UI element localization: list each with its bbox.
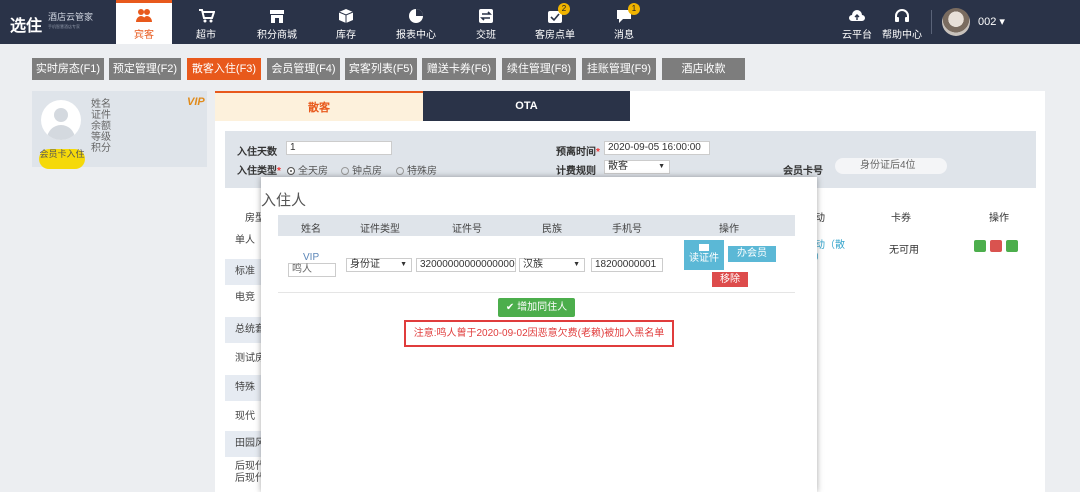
nav-points-mall[interactable]: 积分商城 (248, 0, 306, 44)
nav-market[interactable]: 超市 (178, 0, 234, 44)
id-number-input[interactable]: 320000000000000000 (416, 258, 516, 272)
nav-label: 报表中心 (396, 30, 436, 41)
brand-logo: 选住 (10, 18, 43, 35)
guest-avatar (41, 100, 81, 140)
member-card-checkin-button[interactable]: 会员卡入住 (39, 149, 85, 169)
nav-label: 交班 (476, 30, 496, 41)
label-level: 等级 (91, 132, 111, 143)
days-label: 入住天数 (237, 147, 277, 158)
tab-hotel-payments[interactable]: 酒店收款 (662, 58, 745, 80)
tab-walkin-checkin[interactable]: 散客入住(F3) (187, 58, 261, 80)
nav-label: 云平台 (842, 30, 872, 41)
blacklist-warning: 注意:鸣人曾于2020-09-02因恶意欠费(老赖)被加入黑名单 (404, 320, 674, 347)
pie-chart-icon (409, 9, 423, 23)
header-id-type: 证件类型 (360, 224, 400, 235)
tab-realtime-status[interactable]: 实时房态(F1) (32, 58, 104, 80)
dialog-title: 入住人 (261, 192, 307, 209)
type-label: 入住类型* (237, 166, 281, 177)
occupant-table-header: 姓名 证件类型 证件号 民族 手机号 操作 (278, 215, 795, 236)
leave-label: 预离时间* (556, 147, 600, 158)
billing-label: 计费规则 (556, 166, 596, 177)
nav-label: 宾客 (134, 30, 154, 41)
nav-label: 积分商城 (257, 30, 297, 41)
remove-occupant-button[interactable]: 移除 (712, 272, 748, 287)
tab-extend-stay[interactable]: 续住管理(F8) (502, 58, 576, 80)
vip-badge: VIP (187, 96, 205, 108)
delete-icon[interactable] (990, 240, 1002, 252)
cart-icon (199, 9, 215, 23)
tab-credit-management[interactable]: 挂账管理(F9) (582, 58, 656, 80)
tab-member-management[interactable]: 会员管理(F4) (267, 58, 340, 80)
nav-label: 客房点单 (535, 30, 575, 41)
id-type-select[interactable]: 身份证 ▼ (346, 258, 412, 272)
id-card-icon (699, 244, 709, 251)
guests-icon (136, 9, 152, 22)
leave-time-input[interactable]: 2020-09-05 16:00:00 (604, 141, 710, 155)
shift-icon (479, 9, 493, 23)
nav-inventory[interactable]: 库存 (318, 0, 374, 44)
nav-label: 超市 (196, 30, 216, 41)
coupon-status: 无可用 (889, 245, 919, 256)
nav-label: 消息 (614, 30, 634, 41)
subtab-ota[interactable]: OTA (423, 91, 630, 121)
phone-input[interactable]: 18200000001 (591, 258, 663, 272)
header-operations: 操作 (719, 224, 739, 235)
brand-tagline: 手机智慧酒店专家 (48, 24, 81, 30)
type-radio-special[interactable]: 特殊房 (396, 162, 437, 177)
member-card-input[interactable]: 身份证后4位 (835, 158, 947, 174)
nav-shift[interactable]: 交班 (458, 0, 514, 44)
nav-messages[interactable]: 1 消息 (596, 0, 652, 44)
guest-info-panel: 姓名 证件 余额 等级 积分 VIP 会员卡入住 (32, 91, 207, 169)
brand-subtitle: 酒店云管家 (48, 12, 94, 22)
label-id: 证件 (91, 110, 111, 121)
box-icon (338, 9, 354, 23)
nav-divider (931, 10, 932, 34)
nav-label: 帮助中心 (882, 30, 922, 41)
subtab-walkin[interactable]: 散客 (215, 91, 423, 121)
nav-room-orders[interactable]: 2 客房点单 (526, 0, 584, 44)
nav-guests[interactable]: 宾客 (116, 0, 172, 44)
register-member-button[interactable]: 办会员 (728, 246, 776, 262)
cloud-upload-icon (849, 10, 865, 21)
header-name: 姓名 (301, 224, 321, 235)
read-id-button[interactable]: 读证件 (684, 240, 724, 270)
id-card-icon[interactable] (1006, 240, 1018, 252)
header-phone: 手机号 (612, 224, 642, 235)
col-coupon: 卡券 (891, 213, 911, 224)
label-balance: 余额 (91, 121, 111, 132)
message-badge: 1 (628, 3, 640, 15)
occupant-name-input[interactable]: 鸣人 (288, 263, 336, 277)
order-badge: 2 (558, 3, 570, 15)
store-icon (270, 10, 284, 23)
tab-reservations[interactable]: 预定管理(F2) (109, 58, 181, 80)
headset-icon (895, 9, 909, 22)
type-radio-fullday[interactable]: 全天房 (287, 162, 328, 177)
nav-label: 库存 (336, 30, 356, 41)
top-bar: 选住 酒店云管家 手机智慧酒店专家 宾客 超市 积分商城 库存 报表中心 交班 … (0, 0, 1080, 44)
occupant-vip-label: VIP (303, 252, 320, 263)
nav-cloud-platform[interactable]: 云平台 (838, 0, 876, 44)
nav-help-center[interactable]: 帮助中心 (880, 0, 924, 44)
tab-guest-list[interactable]: 宾客列表(F5) (345, 58, 417, 80)
user-avatar[interactable] (942, 8, 970, 36)
occupant-dialog: 入住人 姓名 证件类型 证件号 民族 手机号 操作 VIP 鸣人 身份证 ▼ 32… (261, 177, 817, 492)
ethnicity-select[interactable]: 汉族 ▼ (519, 258, 585, 272)
col-operations: 操作 (989, 213, 1009, 224)
label-points: 积分 (91, 143, 111, 154)
header-id-number: 证件号 (452, 224, 482, 235)
type-radio-hourly[interactable]: 钟点房 (341, 162, 382, 177)
tab-gift-coupons[interactable]: 赠送卡券(F6) (422, 58, 496, 80)
nav-reports[interactable]: 报表中心 (388, 0, 444, 44)
add-cooccupant-button[interactable]: ✔ 增加同住人 (498, 298, 575, 317)
member-card-label: 会员卡号 (783, 166, 823, 177)
occupant-row: VIP 鸣人 身份证 ▼ 320000000000000000 汉族 ▼ 18200… (278, 236, 795, 293)
label-name: 姓名 (91, 99, 111, 110)
header-ethnicity: 民族 (542, 224, 562, 235)
add-guest-icon[interactable] (974, 240, 986, 252)
billing-select[interactable]: 散客 ▼ (604, 160, 670, 174)
days-input[interactable]: 1 (286, 141, 392, 155)
user-menu[interactable]: 002 ▾ (978, 15, 1005, 28)
